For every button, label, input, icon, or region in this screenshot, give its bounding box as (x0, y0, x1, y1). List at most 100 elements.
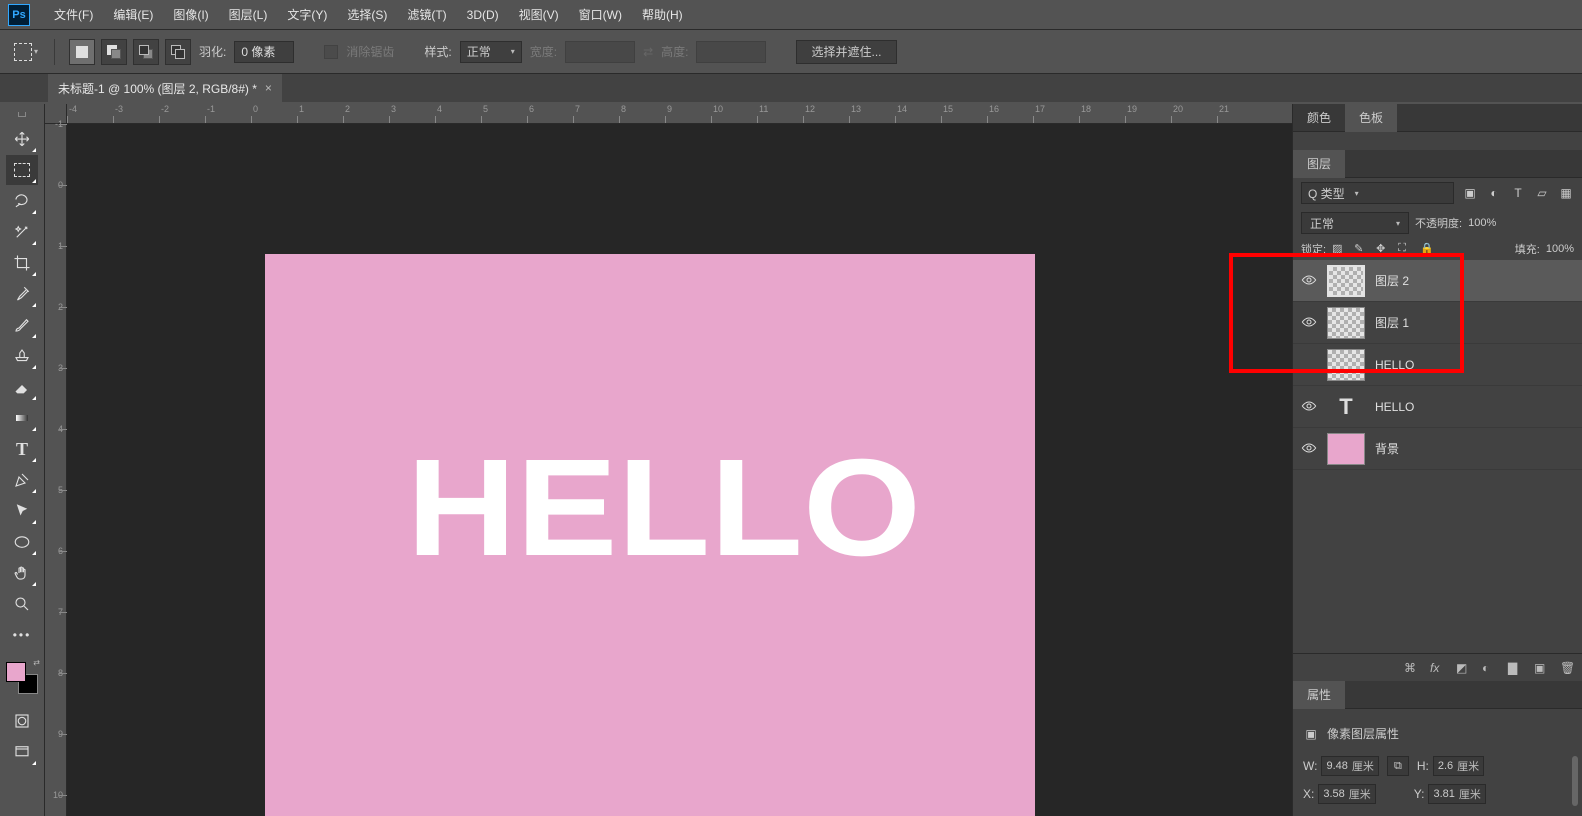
filter-type-icon[interactable]: T (1510, 185, 1526, 201)
select-and-mask-button[interactable]: 选择并遮住... (796, 40, 896, 64)
quick-mask-tool[interactable] (6, 706, 38, 736)
layer-name[interactable]: 图层 2 (1375, 272, 1409, 289)
more-tools-icon[interactable]: ••• (6, 620, 38, 650)
pen-tool[interactable] (6, 465, 38, 495)
filter-shape-icon[interactable]: ▱ (1534, 185, 1550, 201)
style-dropdown[interactable]: 正常▾ (460, 41, 522, 63)
tab-layers[interactable]: 图层 (1293, 150, 1345, 178)
hand-tool[interactable] (6, 558, 38, 588)
menu-item[interactable]: 图层(L) (219, 0, 278, 30)
menu-item[interactable]: 图像(I) (163, 0, 218, 30)
close-tab-icon[interactable]: × (265, 81, 272, 95)
layer-row[interactable]: HELLO (1293, 344, 1582, 386)
screen-mode-tool[interactable] (6, 737, 38, 767)
canvas-region[interactable]: -4-3-2-101234567891011121314151617181920… (44, 104, 1292, 816)
move-tool[interactable] (6, 124, 38, 154)
clone-stamp-tool[interactable] (6, 341, 38, 371)
foreground-color[interactable] (6, 662, 26, 682)
scrollbar[interactable] (1572, 756, 1578, 806)
delete-layer-icon[interactable]: 🗑 (1560, 661, 1574, 675)
new-selection-button[interactable] (69, 39, 95, 65)
prop-h-field[interactable]: 2.6厘米 (1433, 756, 1484, 776)
type-tool[interactable]: T (6, 434, 38, 464)
intersect-selection-button[interactable] (165, 39, 191, 65)
layer-kind-filter[interactable]: Q 类型▾ (1301, 182, 1454, 204)
path-select-tool[interactable] (6, 496, 38, 526)
menu-item[interactable]: 帮助(H) (632, 0, 693, 30)
layer-thumbnail[interactable] (1327, 307, 1365, 339)
filter-adjust-icon[interactable]: ◐ (1486, 185, 1502, 201)
swap-colors-icon[interactable]: ⇄ (33, 658, 40, 667)
opacity-value[interactable]: 100% (1468, 217, 1496, 229)
visibility-toggle[interactable] (1301, 441, 1317, 457)
prop-x-field[interactable]: 3.58厘米 (1318, 784, 1375, 804)
menu-item[interactable]: 3D(D) (457, 0, 509, 30)
eyedropper-tool[interactable] (6, 279, 38, 309)
ellipse-tool[interactable] (6, 527, 38, 557)
tab-swatches[interactable]: 色板 (1345, 104, 1397, 132)
add-selection-button[interactable] (101, 39, 127, 65)
layer-name[interactable]: 图层 1 (1375, 314, 1409, 331)
menu-item[interactable]: 编辑(E) (103, 0, 163, 30)
crop-tool[interactable] (6, 248, 38, 278)
feather-field[interactable]: 0 像素 (234, 41, 294, 63)
layer-name[interactable]: HELLO (1375, 400, 1414, 414)
lasso-tool[interactable] (6, 186, 38, 216)
filter-pixel-icon[interactable]: ▣ (1462, 185, 1478, 201)
layer-row[interactable]: 图层 1 (1293, 302, 1582, 344)
new-layer-icon[interactable]: ▣ (1534, 661, 1548, 675)
group-icon[interactable]: ▇ (1508, 661, 1522, 675)
tab-color[interactable]: 颜色 (1293, 104, 1345, 132)
brush-tool[interactable] (6, 310, 38, 340)
color-swatches[interactable]: ⇄ (6, 662, 38, 694)
link-wh-icon[interactable]: ⧉ (1387, 756, 1409, 776)
lock-transparency-icon[interactable]: ▨ (1332, 242, 1346, 256)
layer-name[interactable]: 背景 (1375, 440, 1399, 457)
zoom-tool[interactable] (6, 589, 38, 619)
layer-mask-icon[interactable]: ◩ (1456, 661, 1470, 675)
prop-y-field[interactable]: 3.81厘米 (1428, 784, 1485, 804)
menu-item[interactable]: 文件(F) (44, 0, 103, 30)
layer-row[interactable]: T HELLO (1293, 386, 1582, 428)
menu-item[interactable]: 滤镜(T) (397, 0, 456, 30)
marquee-tool[interactable] (6, 155, 38, 185)
filter-smart-icon[interactable]: ▦ (1558, 185, 1574, 201)
menu-item[interactable]: 视图(V) (509, 0, 569, 30)
layer-thumbnail[interactable]: T (1327, 391, 1365, 423)
lock-paint-icon[interactable]: ✎ (1354, 242, 1368, 256)
tab-properties[interactable]: 属性 (1293, 681, 1345, 709)
link-layers-icon[interactable]: ⌘ (1404, 661, 1418, 675)
menu-item[interactable]: 文字(Y) (277, 0, 337, 30)
visibility-toggle[interactable] (1301, 399, 1317, 415)
tool-preset-icon[interactable]: ▾ (12, 38, 40, 66)
eraser-tool[interactable] (6, 372, 38, 402)
document-tab[interactable]: 未标题-1 @ 100% (图层 2, RGB/8#) * × (48, 74, 282, 102)
properties-title: 像素图层属性 (1327, 725, 1399, 742)
layer-style-icon[interactable]: fx (1430, 661, 1444, 675)
blend-mode-dropdown[interactable]: 正常▾ (1301, 212, 1409, 234)
layer-thumbnail[interactable] (1327, 349, 1365, 381)
visibility-toggle[interactable] (1301, 315, 1317, 331)
fill-value[interactable]: 100% (1546, 243, 1574, 255)
adjustment-layer-icon[interactable]: ◐ (1482, 661, 1496, 675)
menu-item[interactable]: 选择(S) (337, 0, 397, 30)
layer-thumbnail[interactable] (1327, 265, 1365, 297)
subtract-selection-button[interactable] (133, 39, 159, 65)
visibility-toggle[interactable] (1301, 273, 1317, 289)
lock-all-icon[interactable]: 🔒 (1420, 242, 1434, 256)
menu-item[interactable]: 窗口(W) (569, 0, 632, 30)
prop-w-field[interactable]: 9.48厘米 (1321, 756, 1378, 776)
magic-wand-tool[interactable] (6, 217, 38, 247)
canvas[interactable]: HELLO (265, 254, 1035, 816)
layer-thumbnail[interactable] (1327, 433, 1365, 465)
gradient-tool[interactable] (6, 403, 38, 433)
layer-row[interactable]: 图层 2 (1293, 260, 1582, 302)
width-field (565, 41, 635, 63)
ruler-vertical[interactable]: -1012345678910 (45, 124, 67, 816)
layer-row[interactable]: 背景 (1293, 428, 1582, 470)
lock-position-icon[interactable]: ✥ (1376, 242, 1390, 256)
collapse-icon[interactable] (18, 112, 26, 117)
lock-artboard-icon[interactable]: ⛶ (1398, 242, 1412, 256)
layer-name[interactable]: HELLO (1375, 358, 1414, 372)
ruler-horizontal[interactable]: -4-3-2-101234567891011121314151617181920… (67, 104, 1292, 124)
